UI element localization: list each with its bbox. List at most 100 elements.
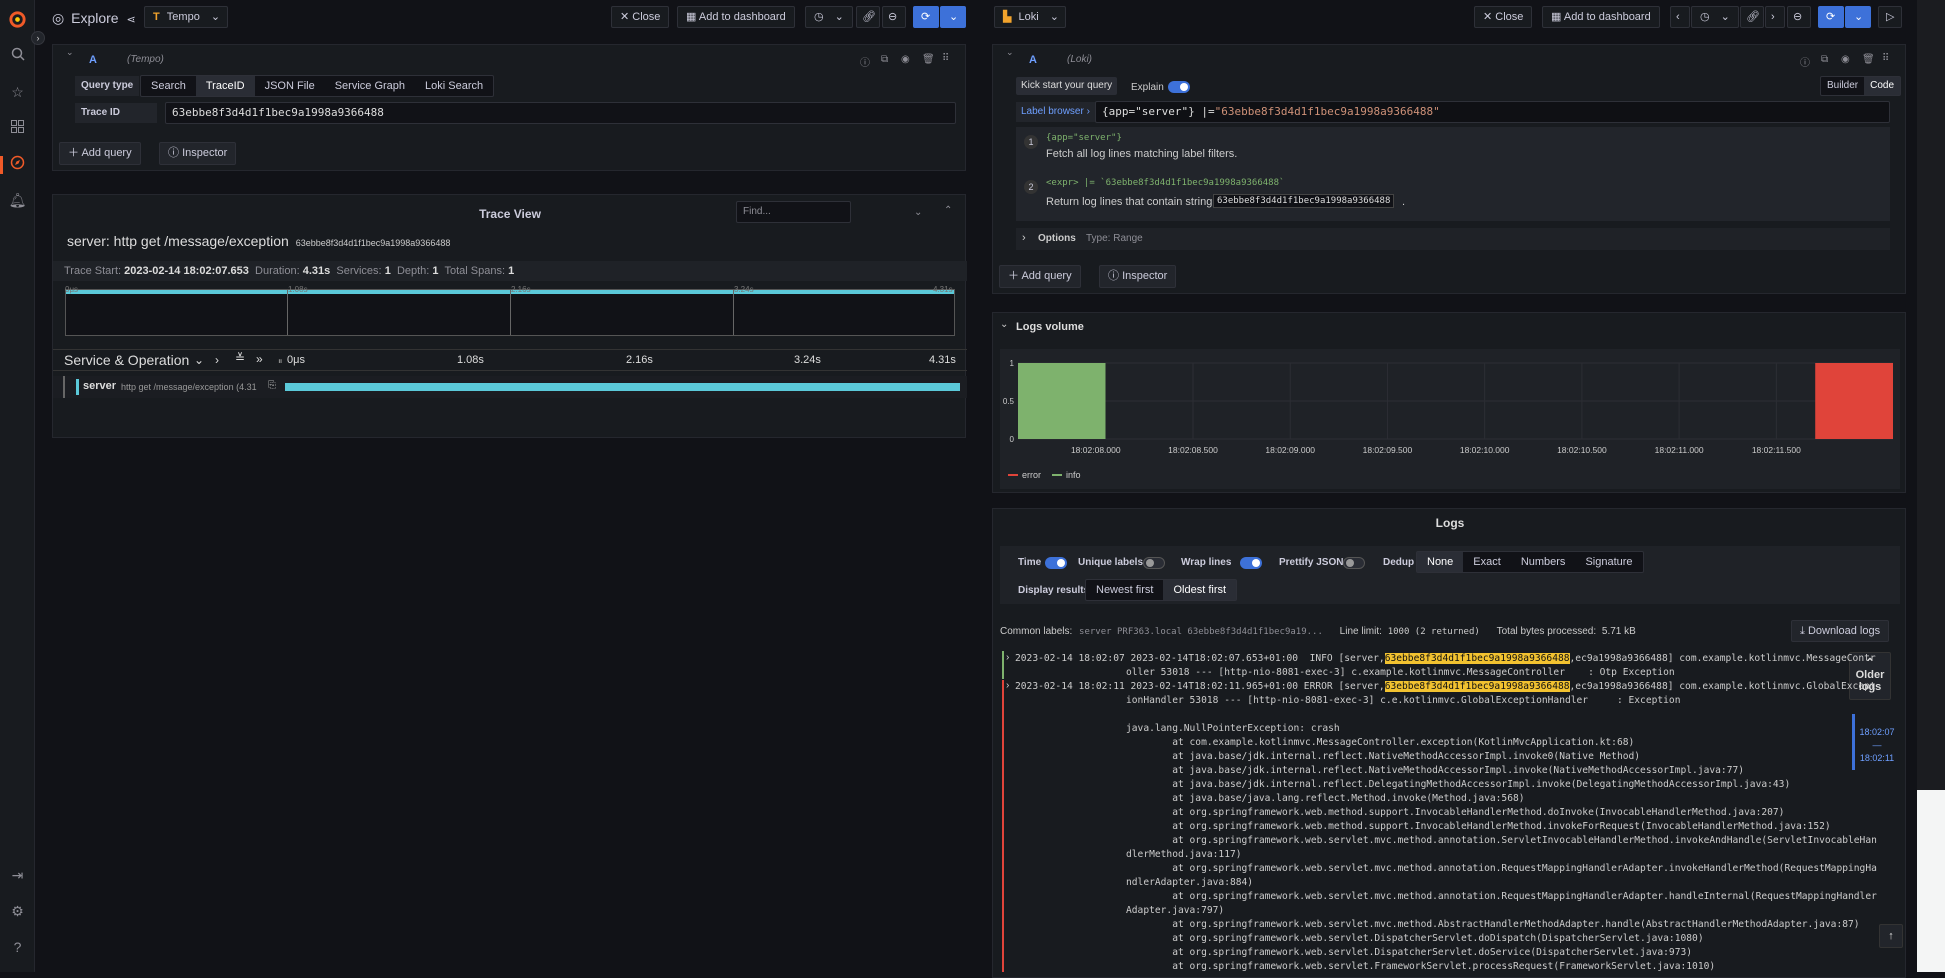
datasource-name: Tempo bbox=[166, 11, 200, 23]
nav-expand-button[interactable]: › bbox=[31, 31, 45, 45]
trash-icon[interactable]: 🗑︎ bbox=[1862, 54, 1875, 65]
prettify-json-toggle[interactable] bbox=[1343, 557, 1365, 569]
y-tick-label: 0 bbox=[1010, 435, 1015, 444]
right-edge-blank bbox=[1917, 790, 1945, 972]
explain-toggle[interactable] bbox=[1168, 81, 1190, 93]
time-forward-button[interactable]: › bbox=[1765, 6, 1785, 28]
unique-labels-toggle[interactable] bbox=[1143, 557, 1165, 569]
time-toggle[interactable] bbox=[1045, 557, 1067, 569]
link-button-right[interactable]: 🔗︎ bbox=[1740, 6, 1764, 28]
newest-first[interactable]: Newest first bbox=[1086, 580, 1163, 600]
dedup-signature[interactable]: Signature bbox=[1575, 552, 1642, 572]
query-options-row[interactable]: › Options Type: Range bbox=[1016, 228, 1890, 250]
explain-2-tag: 63ebbe8f3d4d1f1bec9a1998a9366488 bbox=[1213, 194, 1395, 208]
drag-handle-icon[interactable]: ⠿ bbox=[1882, 53, 1889, 64]
collapse-all-icon[interactable]: » bbox=[256, 352, 263, 366]
close-pane-button-right[interactable]: ✕ Close bbox=[1474, 6, 1533, 28]
close-pane-button[interactable]: ✕ Close bbox=[611, 6, 670, 28]
collapse-chevron-icon[interactable]: ⌄ bbox=[1006, 47, 1014, 58]
run-query-dropdown-right[interactable]: ⌄ bbox=[1845, 6, 1871, 28]
expand-one-icon[interactable]: › bbox=[215, 353, 219, 367]
chevron-up-icon[interactable]: ⌃ bbox=[944, 205, 952, 216]
add-query-button-right[interactable]: ＋ Add query bbox=[999, 265, 1081, 288]
inspector-button-right[interactable]: ⓘ Inspector bbox=[1099, 265, 1177, 288]
share-icon[interactable]: ⋖ bbox=[126, 14, 135, 26]
trace-id-input[interactable]: 63ebbe8f3d4d1f1bec9a1998a9366488 bbox=[165, 102, 956, 124]
x-tick-label: 18:02:09.500 bbox=[1363, 445, 1413, 455]
query-type-traceid[interactable]: TraceID bbox=[195, 76, 255, 96]
add-to-dashboard-button-right[interactable]: ▦ Add to dashboard bbox=[1542, 6, 1660, 28]
span-row[interactable]: server http get /message/exception (4.31… bbox=[53, 376, 967, 398]
wrap-lines-toggle[interactable] bbox=[1240, 557, 1262, 569]
column-resize-handle[interactable]: ⏸ bbox=[278, 356, 283, 367]
close-icon: ✕ bbox=[1483, 11, 1493, 23]
time-picker-button[interactable]: ◷ ⌄ bbox=[805, 6, 853, 28]
run-query-button[interactable]: ⟳ bbox=[913, 6, 939, 28]
run-query-dropdown[interactable]: ⌄ bbox=[940, 6, 966, 28]
logs-volume-title[interactable]: Logs volume bbox=[1016, 321, 1084, 333]
star-icon[interactable]: ☆ bbox=[8, 83, 27, 102]
live-tail-button[interactable]: ▷ bbox=[1878, 6, 1902, 28]
sign-in-icon[interactable]: ⇥ bbox=[8, 866, 27, 885]
chevron-down-icon[interactable]: ⌄ bbox=[1000, 319, 1008, 330]
query-type-loki-search[interactable]: Loki Search bbox=[415, 76, 493, 96]
log-row-1[interactable]: 2023-02-14 18:02:07 2023-02-14T18:02:07.… bbox=[1015, 652, 1876, 680]
timeline-tick: 1.08s bbox=[457, 354, 484, 366]
inspector-button[interactable]: ⓘ Inspector bbox=[159, 142, 237, 165]
alert-bell-icon[interactable]: 🔔︎ bbox=[8, 191, 27, 210]
eye-icon[interactable]: ◉ bbox=[901, 54, 910, 65]
add-to-dashboard-button[interactable]: ▦ Add to dashboard bbox=[677, 6, 795, 28]
chevron-down-icon[interactable]: ⌄ bbox=[914, 207, 922, 218]
plus-icon: ＋ bbox=[68, 147, 79, 159]
download-logs-button[interactable]: ⤓ Download logs bbox=[1791, 620, 1890, 642]
dashboards-icon[interactable] bbox=[8, 119, 27, 138]
link-button[interactable]: 🔗︎ bbox=[856, 6, 880, 28]
time-back-button[interactable]: ‹ bbox=[1670, 6, 1690, 28]
label-browser-button[interactable]: Label browser › bbox=[1016, 102, 1095, 122]
gear-icon[interactable]: ⚙ bbox=[8, 902, 27, 921]
collapse-chevron-icon[interactable]: ⌄ bbox=[66, 47, 74, 58]
trash-icon[interactable]: 🗑︎ bbox=[922, 54, 935, 65]
side-nav: ☆ 🔔︎ ⇥ ⚙ ? bbox=[0, 0, 35, 972]
help-icon[interactable]: ? bbox=[8, 938, 27, 957]
oldest-first[interactable]: Oldest first bbox=[1163, 580, 1237, 600]
refresh-icon: ⟳ bbox=[1826, 11, 1836, 23]
chevron-down-icon[interactable]: ⌄ bbox=[194, 353, 204, 367]
run-query-button-right[interactable]: ⟳ bbox=[1818, 6, 1844, 28]
kick-start-button[interactable]: Kick start your query bbox=[1016, 77, 1118, 95]
copy-icon[interactable]: ⧉ bbox=[881, 54, 888, 65]
logql-query-input[interactable]: {app="server"} |="63ebbe8f3d4d1f1bec9a19… bbox=[1095, 101, 1890, 123]
drag-handle-icon[interactable]: ⠿ bbox=[942, 53, 949, 64]
query-type-search[interactable]: Search bbox=[141, 76, 196, 96]
expand-all-icon[interactable]: ≚ bbox=[235, 351, 245, 365]
trace-find-input[interactable]: Find... bbox=[736, 201, 851, 223]
grafana-logo-icon[interactable] bbox=[8, 10, 27, 29]
zoom-out-button[interactable]: ⊖ bbox=[882, 6, 906, 28]
expand-log-icon[interactable]: › bbox=[1006, 680, 1009, 691]
builder-tab[interactable]: Builder bbox=[1821, 77, 1864, 95]
add-query-button[interactable]: ＋ Add query bbox=[59, 142, 141, 165]
eye-icon[interactable]: ◉ bbox=[1841, 54, 1850, 65]
explore-icon[interactable] bbox=[8, 155, 27, 174]
dedup-exact[interactable]: Exact bbox=[1463, 552, 1511, 572]
dedup-none[interactable]: None bbox=[1417, 552, 1464, 572]
help-icon[interactable]: ⓘ bbox=[1800, 54, 1810, 69]
time-picker-button-right[interactable]: ◷ ⌄ bbox=[1691, 6, 1739, 28]
expand-log-icon[interactable]: › bbox=[1006, 652, 1009, 663]
log-text: 2023-02-14T18:02:11.965+01:00 ERROR [ser… bbox=[1130, 681, 1385, 692]
code-tab[interactable]: Code bbox=[1864, 77, 1901, 95]
scroll-to-top-button[interactable]: ↑ bbox=[1879, 924, 1903, 948]
datasource-picker-loki[interactable]: ▙ Loki ⌄ bbox=[994, 6, 1066, 28]
trace-minimap[interactable] bbox=[65, 289, 955, 336]
help-icon[interactable]: ⓘ bbox=[860, 54, 870, 69]
search-icon[interactable] bbox=[8, 47, 27, 66]
zoom-out-button-right[interactable]: ⊖ bbox=[1787, 6, 1811, 28]
span-link-icon[interactable]: ⎘ bbox=[268, 380, 276, 391]
datasource-picker-tempo[interactable]: T Tempo ⌄ bbox=[144, 6, 228, 28]
log-row-2[interactable]: 2023-02-14 18:02:11 2023-02-14T18:02:11.… bbox=[1015, 680, 1877, 974]
query-type-service-graph[interactable]: Service Graph bbox=[325, 76, 415, 96]
dedup-numbers[interactable]: Numbers bbox=[1511, 552, 1576, 572]
copy-icon[interactable]: ⧉ bbox=[1821, 54, 1828, 65]
query-type-json-file[interactable]: JSON File bbox=[255, 76, 325, 96]
explain-label: Explain bbox=[1131, 82, 1164, 93]
